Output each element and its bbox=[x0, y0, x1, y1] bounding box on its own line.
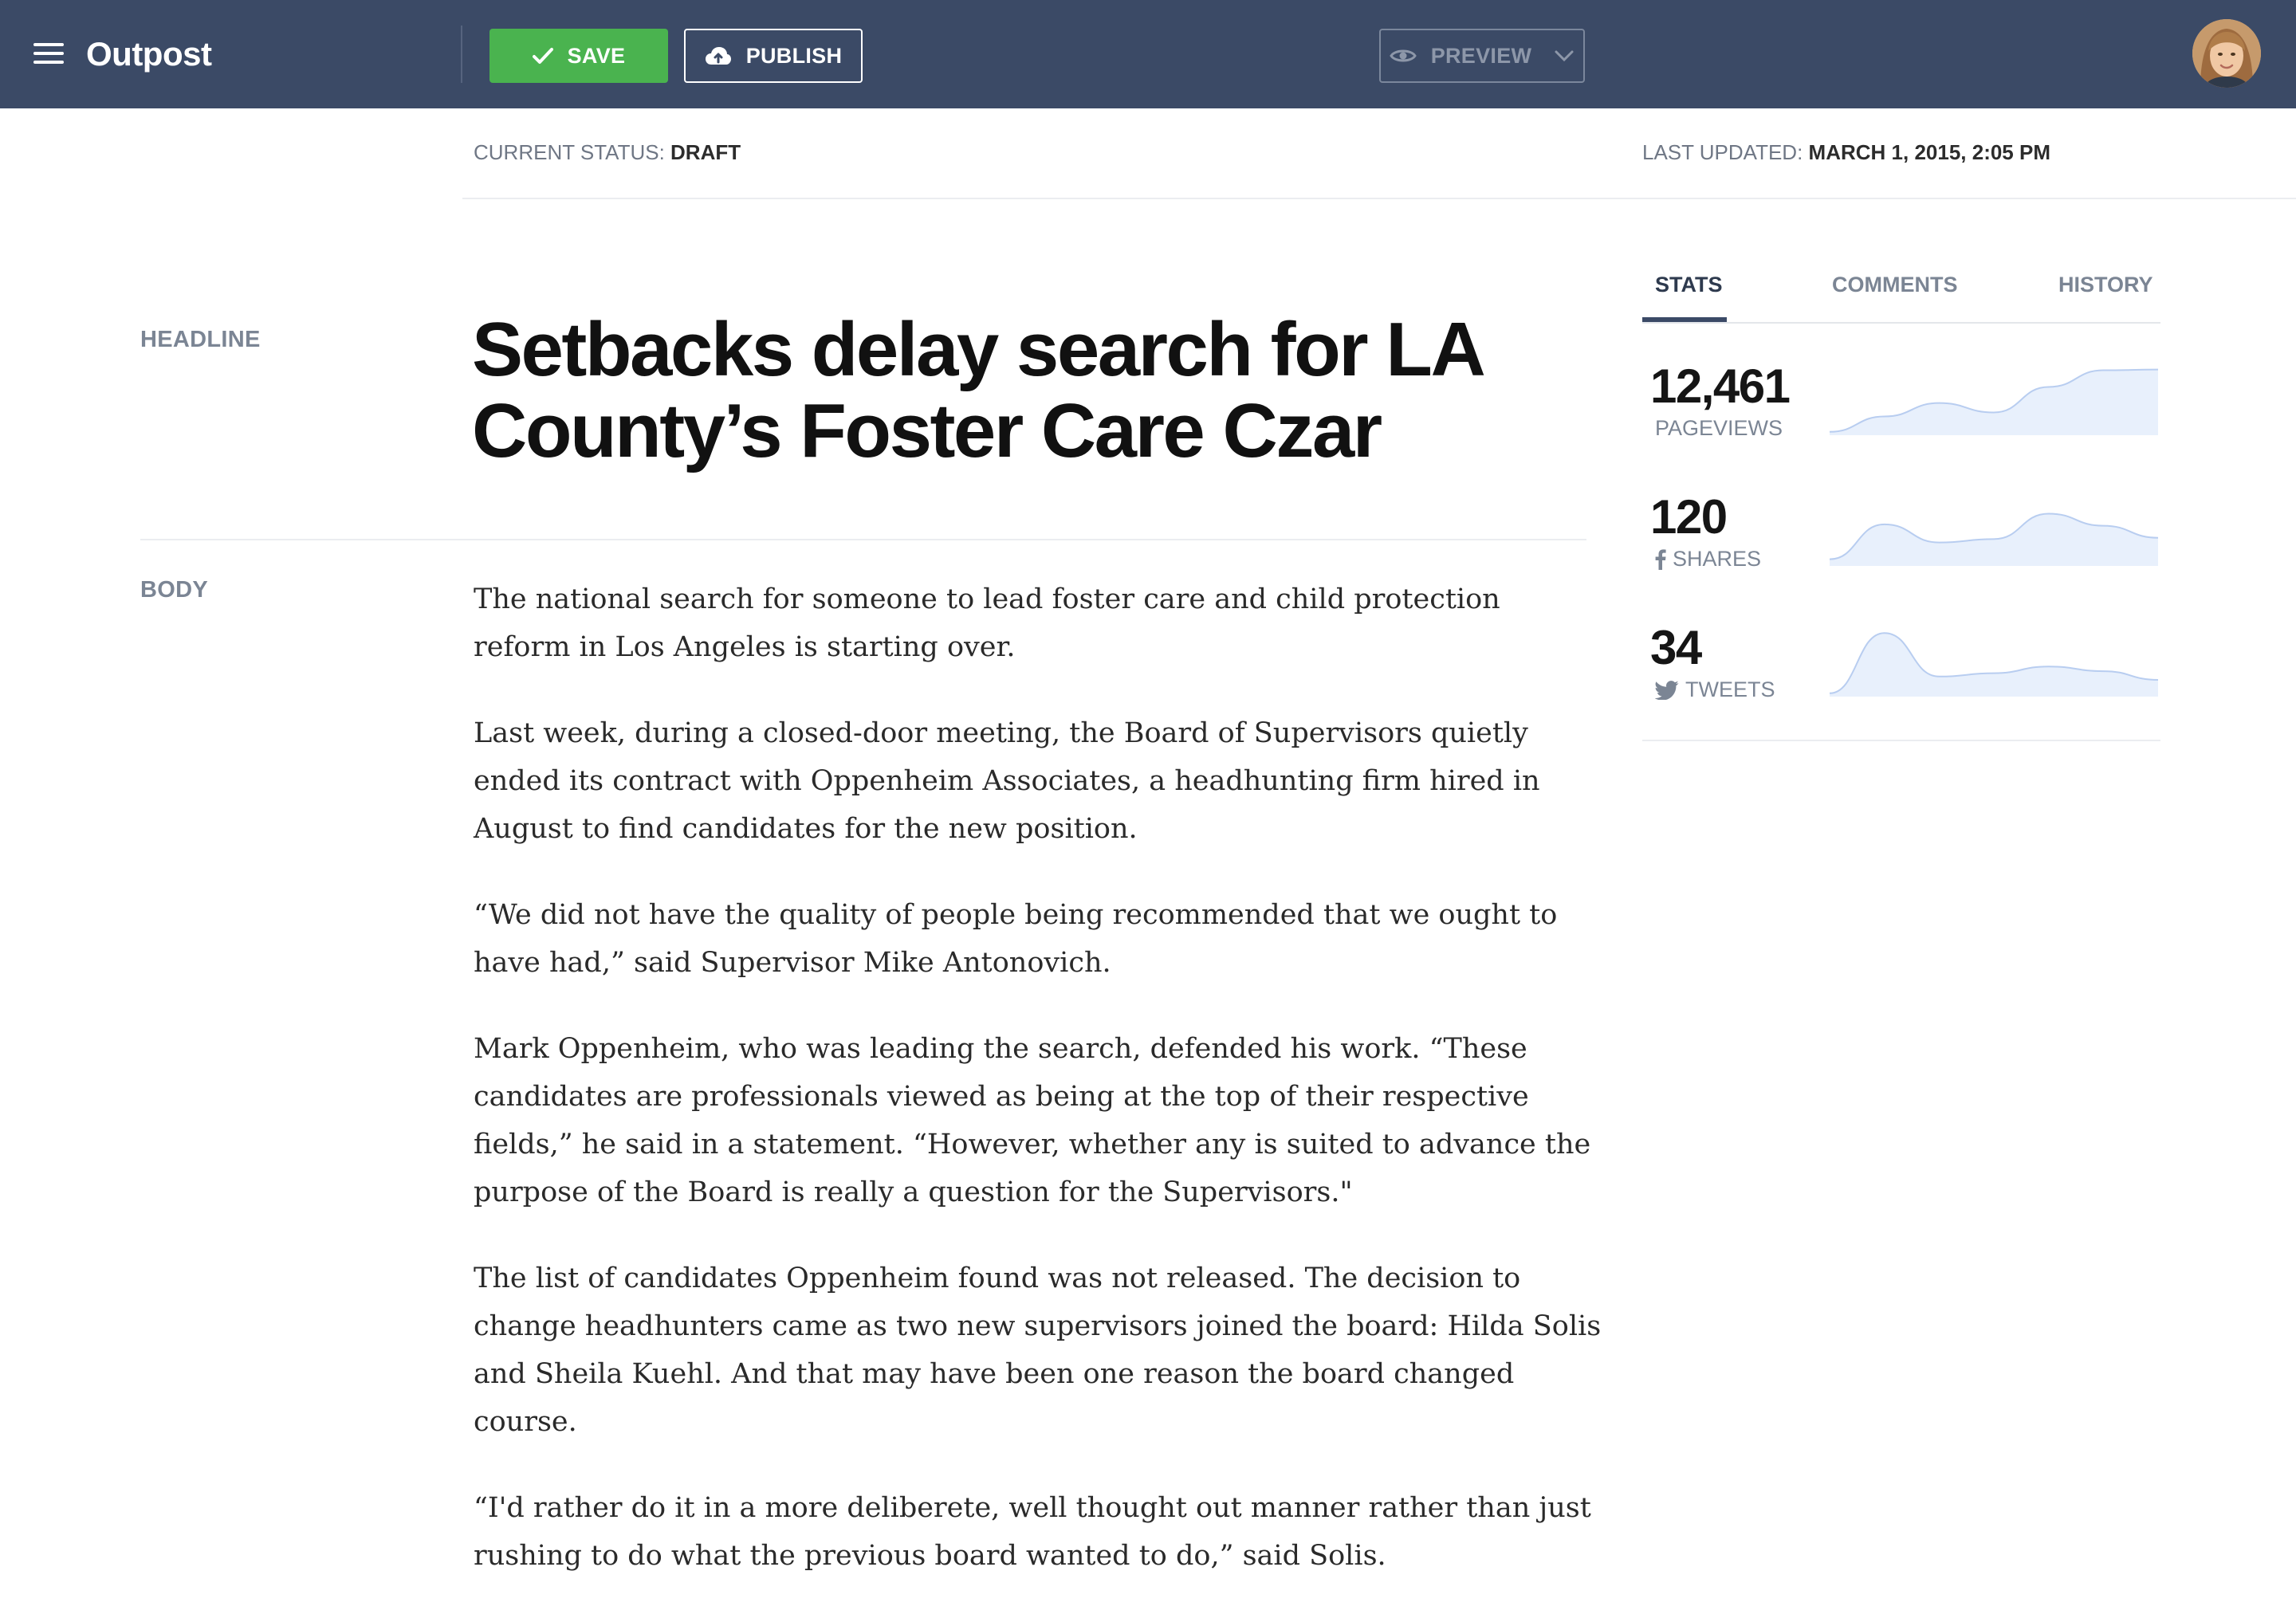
sparkline-pageviews bbox=[1830, 368, 2158, 435]
tab-history[interactable]: HISTORY bbox=[2058, 273, 2153, 297]
stat-label-row: SHARES bbox=[1655, 547, 1761, 571]
user-avatar[interactable] bbox=[2192, 19, 2261, 88]
facebook-icon bbox=[1655, 548, 1666, 570]
stat-label: PAGEVIEWS bbox=[1655, 416, 1783, 440]
last-updated-label: LAST UPDATED: bbox=[1642, 140, 1803, 164]
cloud-upload-icon bbox=[705, 45, 732, 66]
app-logo: Outpost bbox=[86, 35, 212, 73]
sparkline-area bbox=[1830, 369, 2158, 435]
headline-line-1: Setbacks delay search for LA bbox=[472, 307, 1486, 392]
publish-button[interactable]: PUBLISH bbox=[684, 29, 863, 83]
toolbar-divider bbox=[461, 26, 462, 83]
stat-value: 34 bbox=[1650, 621, 1702, 674]
menu-icon[interactable] bbox=[33, 40, 64, 67]
check-icon bbox=[532, 47, 553, 65]
body-field[interactable]: The national search for someone to lead … bbox=[474, 575, 1606, 1618]
save-label: SAVE bbox=[567, 43, 626, 68]
stat-tweets: 34 TWEETS bbox=[1650, 620, 2160, 708]
publish-label: PUBLISH bbox=[745, 43, 843, 68]
stat-label-row: PAGEVIEWS bbox=[1655, 416, 1783, 441]
last-updated: LAST UPDATED: MARCH 1, 2015, 2:05 PM bbox=[1642, 140, 2050, 165]
body-paragraph: Mark Oppenheim, who was leading the sear… bbox=[474, 1033, 1591, 1208]
last-updated-value: MARCH 1, 2015, 2:05 PM bbox=[1808, 140, 2050, 164]
save-button[interactable]: SAVE bbox=[489, 29, 668, 83]
stat-label: TWEETS bbox=[1685, 677, 1775, 701]
body-paragraph: “We did not have the quality of people b… bbox=[474, 899, 1558, 979]
top-bar: Outpost SAVE PUBLISH PREVIEW bbox=[0, 0, 2296, 108]
sparkline-shares bbox=[1830, 512, 2158, 566]
stat-shares: 120 SHARES bbox=[1650, 489, 2160, 577]
body-paragraph: The list of candidates Oppenheim found w… bbox=[474, 1263, 1602, 1438]
body-paragraph: “I'd rather do it in a more deliberete, … bbox=[474, 1492, 1591, 1572]
headline-field[interactable]: Setbacks delay search for LA County’s Fo… bbox=[472, 309, 1604, 472]
active-tab-indicator bbox=[1642, 317, 1727, 322]
sparkline-area bbox=[1830, 633, 2158, 697]
body-paragraph: Last week, during a closed-door meeting,… bbox=[474, 717, 1540, 845]
stat-value: 120 bbox=[1650, 490, 1728, 544]
twitter-icon bbox=[1655, 680, 1679, 700]
sidebar-tabs: STATS COMMENTS HISTORY bbox=[1642, 263, 2160, 324]
stat-label-row: TWEETS bbox=[1655, 677, 1775, 702]
headline-label: HEADLINE bbox=[140, 327, 261, 352]
eye-icon bbox=[1389, 47, 1417, 65]
tab-comments[interactable]: COMMENTS bbox=[1832, 273, 1958, 297]
preview-dropdown[interactable]: PREVIEW bbox=[1379, 29, 1585, 83]
status-divider bbox=[462, 198, 2296, 199]
current-status-value: DRAFT bbox=[670, 140, 741, 164]
stat-label: SHARES bbox=[1673, 547, 1762, 571]
stat-pageviews: 12,461 PAGEVIEWS bbox=[1650, 359, 2160, 446]
headline-divider bbox=[140, 539, 1586, 540]
tabs-divider bbox=[1642, 322, 2160, 324]
stat-value: 12,461 bbox=[1650, 359, 1791, 413]
body-label: BODY bbox=[140, 577, 208, 603]
headline-line-2: County’s Foster Care Czar bbox=[472, 388, 1382, 473]
stats-divider bbox=[1642, 740, 2160, 741]
chevron-down-icon bbox=[1554, 49, 1575, 62]
preview-label: PREVIEW bbox=[1430, 43, 1532, 68]
sparkline-tweets bbox=[1830, 632, 2158, 697]
current-status-label: CURRENT STATUS: bbox=[474, 140, 665, 164]
body-paragraph: The national search for someone to lead … bbox=[474, 583, 1500, 663]
tab-stats[interactable]: STATS bbox=[1655, 273, 1723, 297]
current-status: CURRENT STATUS: DRAFT bbox=[474, 140, 741, 165]
